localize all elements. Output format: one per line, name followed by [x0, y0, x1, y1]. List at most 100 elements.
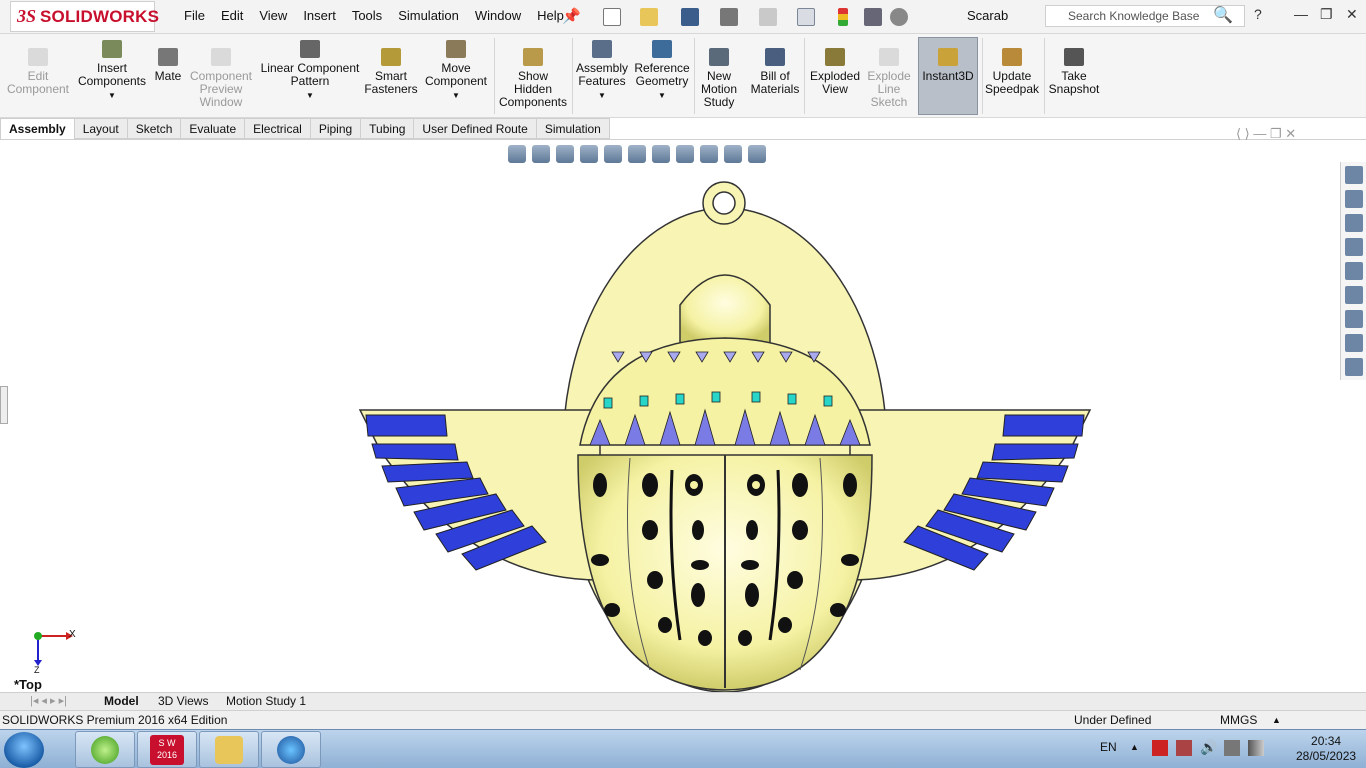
- taskbar-solidworks[interactable]: S W 2016: [137, 731, 197, 768]
- signal-icon[interactable]: [1248, 740, 1264, 756]
- explode-line-sketch-label: Explode Line Sketch: [867, 69, 911, 109]
- dynamic-annotation-icon[interactable]: [604, 145, 622, 163]
- taskbar-app-green[interactable]: [75, 731, 135, 768]
- new-motion-study-button[interactable]: New Motion Study: [698, 48, 740, 109]
- design-library-icon[interactable]: [1344, 214, 1363, 232]
- solidworks-resources-icon[interactable]: [1344, 334, 1363, 352]
- chevron-down-icon[interactable]: ▼: [258, 89, 362, 102]
- undo-icon[interactable]: [759, 8, 777, 26]
- solidworks-logo[interactable]: 3S SOLIDWORKS: [10, 1, 159, 32]
- chevron-down-icon[interactable]: ▼: [422, 89, 490, 102]
- tab-user-defined-route[interactable]: User Defined Route: [414, 118, 537, 139]
- help-icon[interactable]: ?: [1254, 6, 1262, 22]
- 3d-content-central-icon[interactable]: [1344, 190, 1363, 208]
- appearances-icon[interactable]: [1344, 262, 1363, 280]
- tab-tubing[interactable]: Tubing: [361, 118, 415, 139]
- smart-fasteners-button[interactable]: Smart Fasteners: [364, 48, 418, 96]
- section-view-icon[interactable]: [580, 145, 598, 163]
- tab-sketch[interactable]: Sketch: [127, 118, 182, 139]
- feature-tree-toggle[interactable]: [0, 386, 8, 424]
- search-icon[interactable]: 🔍: [1213, 5, 1233, 25]
- menu-file[interactable]: File: [176, 8, 213, 23]
- network-icon[interactable]: [1224, 740, 1240, 756]
- taskbar-browser[interactable]: [261, 731, 321, 768]
- menu-edit[interactable]: Edit: [213, 8, 251, 23]
- chevron-up-icon[interactable]: ▲: [1272, 715, 1281, 725]
- instant3d-button[interactable]: Instant3D: [918, 37, 978, 115]
- close-icon[interactable]: ✕: [1346, 6, 1358, 23]
- tab-motion-study-1[interactable]: Motion Study 1: [220, 694, 312, 708]
- previous-view-icon[interactable]: [556, 145, 574, 163]
- view-orientation-icon[interactable]: [628, 145, 646, 163]
- bill-of-materials-button[interactable]: Bill of Materials: [748, 48, 802, 96]
- menu-window[interactable]: Window: [467, 8, 529, 23]
- tab-3d-views[interactable]: 3D Views: [152, 694, 214, 708]
- units-selector[interactable]: MMGS: [1220, 713, 1257, 727]
- print-icon[interactable]: [720, 8, 738, 26]
- view-settings-icon[interactable]: [748, 145, 766, 163]
- tray-app-icon[interactable]: [1176, 740, 1192, 756]
- options-gear-icon[interactable]: [890, 8, 908, 26]
- menu-view[interactable]: View: [251, 8, 295, 23]
- menu-insert[interactable]: Insert: [295, 8, 344, 23]
- new-motion-study-label: New Motion Study: [700, 69, 738, 109]
- tab-evaluate[interactable]: Evaluate: [181, 118, 246, 139]
- new-document-icon[interactable]: [603, 8, 621, 26]
- pin-icon[interactable]: 📌: [562, 7, 581, 25]
- show-hidden-icons-icon[interactable]: ▲: [1130, 742, 1139, 752]
- select-cursor-icon[interactable]: [797, 8, 815, 26]
- edit-appearance-icon[interactable]: [700, 145, 718, 163]
- antivirus-icon[interactable]: [1152, 740, 1168, 756]
- zoom-to-fit-icon[interactable]: [508, 145, 526, 163]
- custom-properties-icon[interactable]: [1344, 286, 1363, 304]
- tab-electrical[interactable]: Electrical: [245, 118, 311, 139]
- reference-geometry-label: Reference Geometry: [634, 61, 690, 88]
- volume-icon[interactable]: 🔊: [1200, 739, 1217, 756]
- home-icon[interactable]: [1344, 166, 1363, 184]
- restore-icon[interactable]: ❐: [1320, 6, 1333, 23]
- hide-show-items-icon[interactable]: [676, 145, 694, 163]
- file-properties-icon[interactable]: [864, 8, 882, 26]
- chevron-down-icon[interactable]: ▼: [76, 89, 148, 102]
- tab-simulation[interactable]: Simulation: [536, 118, 610, 139]
- component-preview-window-button[interactable]: Component Preview Window: [188, 48, 254, 109]
- tab-piping[interactable]: Piping: [310, 118, 362, 139]
- minimize-icon[interactable]: —: [1294, 6, 1308, 22]
- insert-components-button[interactable]: Insert Components ▼: [76, 40, 148, 102]
- windows-start-button[interactable]: [4, 732, 44, 768]
- show-hidden-components-button[interactable]: Show Hidden Components: [498, 48, 568, 109]
- menu-tools[interactable]: Tools: [344, 8, 390, 23]
- tab-layout[interactable]: Layout: [74, 118, 128, 139]
- tab-scroll-arrows[interactable]: |◂ ◂ ▸ ▸|: [30, 694, 67, 707]
- tab-model[interactable]: Model: [98, 694, 145, 708]
- open-folder-icon[interactable]: [640, 8, 658, 26]
- tab-assembly[interactable]: Assembly: [0, 118, 75, 139]
- edit-component-label: Edit Component: [6, 69, 70, 96]
- apply-scene-icon[interactable]: [724, 145, 742, 163]
- linear-component-pattern-button[interactable]: Linear Component Pattern ▼: [258, 40, 362, 102]
- move-component-button[interactable]: Move Component ▼: [422, 40, 490, 102]
- ribbon-divider: [694, 38, 695, 114]
- display-style-icon[interactable]: [652, 145, 670, 163]
- update-speedpak-button[interactable]: Update Speedpak: [984, 48, 1040, 96]
- exploded-view-button[interactable]: Exploded View: [808, 48, 862, 96]
- take-snapshot-button[interactable]: Take Snapshot: [1046, 48, 1102, 96]
- view-palette-icon[interactable]: [1344, 358, 1363, 376]
- file-explorer-icon[interactable]: [1344, 238, 1363, 256]
- assembly-features-button[interactable]: Assembly Features ▼: [574, 40, 630, 102]
- forum-icon[interactable]: [1344, 310, 1363, 328]
- edit-component-button[interactable]: Edit Component: [4, 48, 72, 96]
- zoom-to-area-icon[interactable]: [532, 145, 550, 163]
- chevron-down-icon[interactable]: ▼: [632, 89, 692, 102]
- rebuild-traffic-light-icon[interactable]: [838, 8, 848, 26]
- explode-line-sketch-button[interactable]: Explode Line Sketch: [864, 48, 914, 109]
- mate-button[interactable]: Mate: [150, 48, 186, 83]
- reference-geometry-button[interactable]: Reference Geometry ▼: [632, 40, 692, 102]
- menu-simulation[interactable]: Simulation: [390, 8, 467, 23]
- graphics-area[interactable]: X Z: [0, 140, 1340, 693]
- system-clock[interactable]: 20:34 28/05/2023: [1296, 734, 1356, 764]
- taskbar-file-explorer[interactable]: [199, 731, 259, 768]
- save-icon[interactable]: [681, 8, 699, 26]
- chevron-down-icon[interactable]: ▼: [574, 89, 630, 102]
- language-indicator[interactable]: EN: [1100, 740, 1117, 754]
